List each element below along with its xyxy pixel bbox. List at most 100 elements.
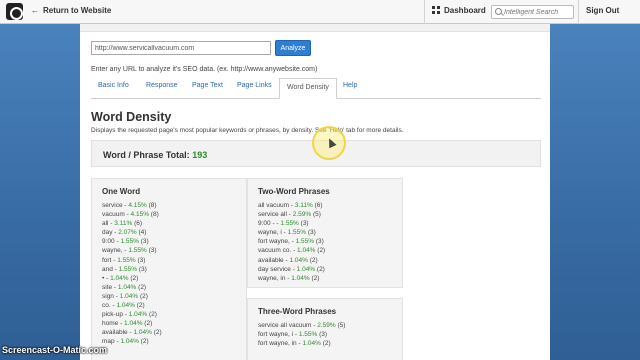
total-label-text: Word / Phrase Total: xyxy=(103,150,190,160)
count: (2) xyxy=(311,274,320,282)
tab-bar: Basic Info Response Page Text Page Links… xyxy=(91,78,541,99)
count: (8) xyxy=(148,202,157,209)
term: home xyxy=(102,320,119,328)
divider xyxy=(578,0,579,24)
term: and xyxy=(102,265,113,273)
tab-word-density[interactable]: Word Density xyxy=(279,78,337,99)
percent: 1.55% xyxy=(295,238,315,246)
term: 9:00 xyxy=(102,238,115,246)
count: (3) xyxy=(137,256,146,264)
list-item: map - 1.04% (2) xyxy=(102,338,149,346)
tab-page-links[interactable]: Page Links xyxy=(237,82,272,89)
search-input[interactable] xyxy=(504,7,572,17)
list-item: and - 1.55% (3) xyxy=(102,265,147,273)
analyze-button[interactable]: Analyze xyxy=(275,40,311,56)
list-item: fort - 1.55% (3) xyxy=(102,256,146,264)
term: all vacuum xyxy=(258,202,290,209)
count: (6) xyxy=(314,202,323,209)
search-box[interactable] xyxy=(491,5,574,19)
percent: 1.55% xyxy=(128,247,147,255)
term: • xyxy=(102,274,105,282)
backdrop-left xyxy=(0,24,80,360)
list-item: wayne, in - 1.04% (2) xyxy=(258,274,320,282)
list-item: pick-up - 1.04% (2) xyxy=(102,311,157,319)
percent: 1.04% xyxy=(128,311,148,319)
total-value: 193 xyxy=(192,150,208,160)
list-item: site - 1.04% (2) xyxy=(102,283,147,291)
two-word-list: all vacuum - 3.11% (6) service all - 2.59… xyxy=(258,201,325,283)
tab-basic-info[interactable]: Basic Info xyxy=(98,82,129,89)
list-item: vacuum co. - 1.04% (2) xyxy=(258,247,326,255)
percent: 1.04% xyxy=(296,265,316,273)
term: sign xyxy=(102,292,114,300)
term: available xyxy=(258,256,284,264)
url-input[interactable] xyxy=(91,41,271,55)
tab-page-text[interactable]: Page Text xyxy=(192,82,223,89)
list-item: available - 1.04% (2) xyxy=(102,329,162,337)
three-word-card: Three-Word Phrases service all vacuum - … xyxy=(247,298,403,360)
term: vacuum co. xyxy=(258,247,292,255)
tab-response[interactable]: Response xyxy=(146,82,178,89)
term: vacuum xyxy=(102,211,125,219)
percent: 2.07% xyxy=(118,229,137,237)
term: day xyxy=(102,229,113,237)
percent: 1.55% xyxy=(298,331,318,339)
dashboard-link[interactable]: Dashboard xyxy=(432,6,486,15)
percent: 1.55% xyxy=(280,220,299,228)
count: (2) xyxy=(149,311,157,319)
count: (2) xyxy=(130,274,139,282)
count: (3) xyxy=(140,238,149,246)
percent: 1.04% xyxy=(297,247,316,255)
total-label: Word / Phrase Total: 193 xyxy=(103,150,207,160)
count: (4) xyxy=(138,229,147,237)
percent: 3.11% xyxy=(114,220,133,228)
url-hint: Enter any URL to analyze it's SEO data. … xyxy=(91,66,318,73)
count: (2) xyxy=(138,283,147,291)
percent: 1.55% xyxy=(287,229,307,237)
two-word-card: Two-Word Phrases all vacuum - 3.11% (6) s… xyxy=(247,178,403,288)
count: (2) xyxy=(317,247,326,255)
term: day service xyxy=(258,265,291,273)
backdrop-right xyxy=(550,24,640,360)
count: (2) xyxy=(309,256,318,264)
percent: 1.04% xyxy=(289,256,308,264)
list-item: wayne, i - 1.55% (3) xyxy=(258,229,316,237)
percent: 3.11% xyxy=(294,202,313,209)
list-item: day service - 1.04% (2) xyxy=(258,265,325,273)
tab-help[interactable]: Help xyxy=(343,82,357,89)
two-word-title: Two-Word Phrases xyxy=(258,187,330,196)
list-item: co. - 1.04% (2) xyxy=(102,302,145,310)
sign-out-link[interactable]: Sign Out xyxy=(586,6,619,15)
count: (2) xyxy=(153,329,162,337)
list-item: 9:00 - 1.55% (3) xyxy=(102,238,149,246)
count: (3) xyxy=(138,265,147,273)
count: (5) xyxy=(312,211,321,219)
top-bar: ← Return to Website Dashboard Sign Out xyxy=(0,0,640,24)
list-item: day - 2.07% (4) xyxy=(102,229,147,237)
divider xyxy=(424,0,425,24)
app-logo-icon[interactable] xyxy=(6,3,23,20)
return-to-website-label: Return to Website xyxy=(43,6,112,15)
list-item: service - 4.15% (8) xyxy=(102,202,157,209)
list-item: 9:00 - - 1.55% (3) xyxy=(258,220,309,228)
count: (3) xyxy=(307,229,316,237)
percent: 1.04% xyxy=(302,340,321,348)
term: co. xyxy=(102,302,111,310)
count: (2) xyxy=(136,302,145,310)
count: (6) xyxy=(134,220,143,228)
percent: 4.15% xyxy=(130,211,149,219)
dashboard-label: Dashboard xyxy=(444,6,486,15)
percent: 2.59% xyxy=(317,322,336,329)
back-arrow-icon: ← xyxy=(31,6,39,15)
percent: 1.04% xyxy=(291,274,310,282)
one-word-card: One Word service - 4.15% (8) vacuum - 4.1… xyxy=(91,178,247,360)
three-word-list: service all vacuum - 2.59% (5) fort wayne… xyxy=(258,321,345,348)
list-item: vacuum - 4.15% (8) xyxy=(102,211,159,219)
count: (3) xyxy=(148,247,157,255)
list-item: wayne, - 1.55% (3) xyxy=(102,247,157,255)
percent: 1.04% xyxy=(120,338,139,346)
list-item: all - 3.11% (6) xyxy=(102,220,143,228)
return-to-website-link[interactable]: ← Return to Website xyxy=(31,6,111,15)
three-word-title: Three-Word Phrases xyxy=(258,307,337,316)
count: (3) xyxy=(315,238,324,246)
